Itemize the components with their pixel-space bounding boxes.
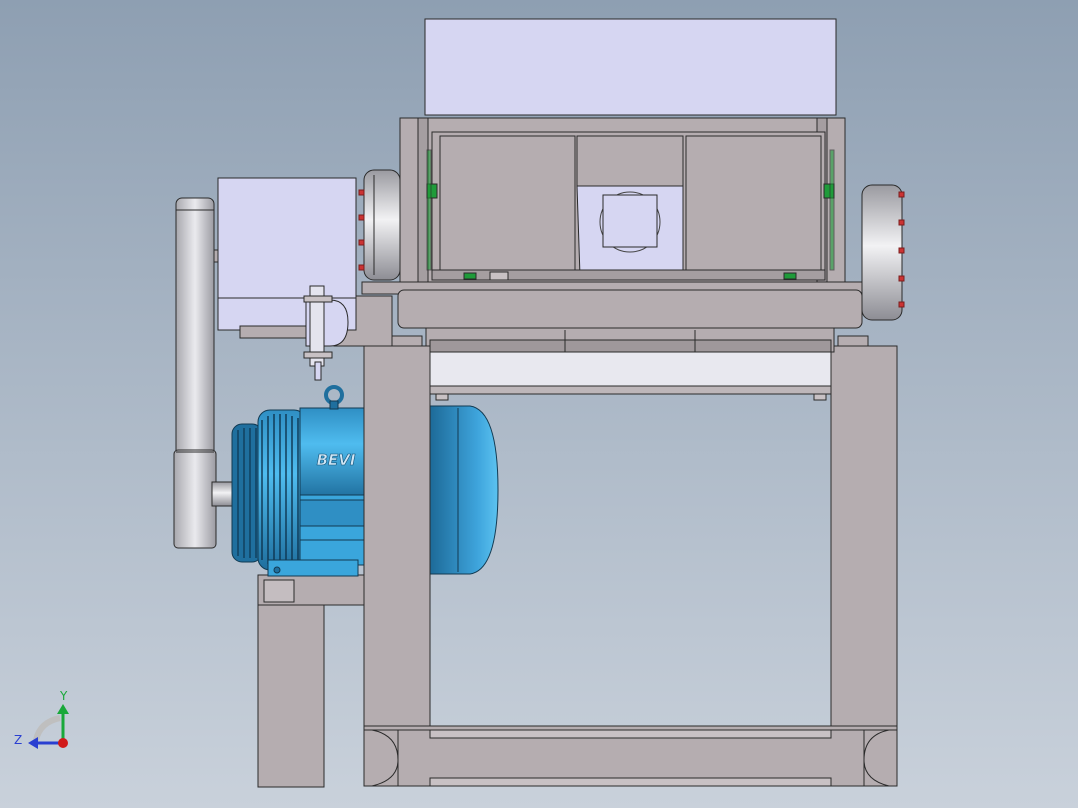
belt-guard[interactable]	[173, 197, 217, 549]
right-leg	[830, 345, 898, 727]
guard-clip	[213, 249, 219, 263]
shaft-square	[602, 194, 658, 248]
z-axis-label: Z	[14, 733, 22, 747]
z-arrowhead-icon	[28, 737, 38, 749]
screen-assembly[interactable]	[425, 325, 835, 401]
y-arrowhead-icon	[57, 704, 69, 714]
electric-motor[interactable]: BEVI	[211, 385, 499, 577]
cad-viewport[interactable]: BEVI Y Z	[0, 0, 1078, 808]
y-axis-label: Y	[59, 689, 68, 703]
bearing-housing-right[interactable]	[861, 184, 905, 321]
bearing-housing-left[interactable]	[363, 169, 401, 281]
motor-stand[interactable]	[257, 574, 369, 788]
base-top-edge	[363, 725, 898, 731]
hopper[interactable]	[424, 18, 837, 116]
left-leg-front	[363, 345, 431, 727]
view-triad[interactable]: Y Z	[14, 689, 69, 749]
cad-model-view[interactable]: BEVI Y Z	[0, 0, 1078, 808]
bolts-left	[358, 189, 365, 271]
x-axis-dot-icon	[58, 738, 68, 748]
cutting-chamber[interactable]	[399, 117, 846, 289]
motor-brand-label: BEVI	[317, 451, 356, 469]
